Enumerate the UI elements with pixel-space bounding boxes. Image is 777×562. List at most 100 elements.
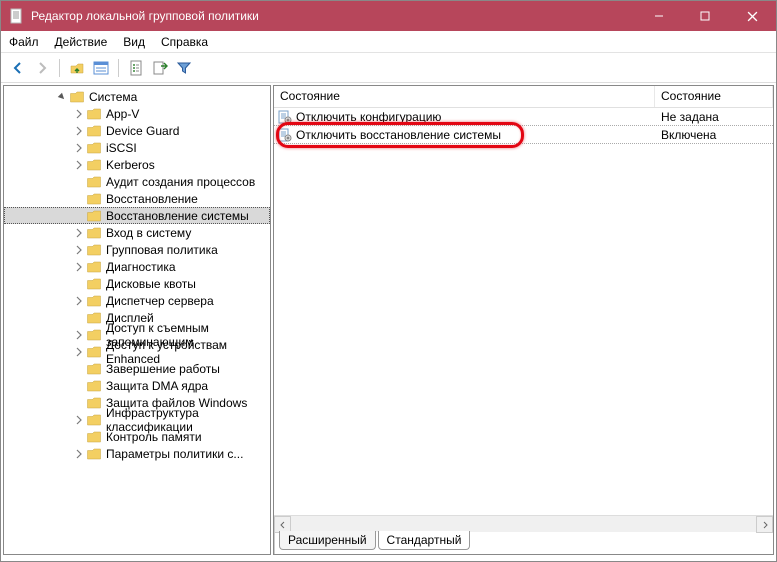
tree-node[interactable]: Дисковые квоты [4,275,270,292]
list-row[interactable]: Отключить конфигурацию Не задана [274,108,773,126]
tree-node[interactable]: Аудит создания процессов [4,173,270,190]
tree-label: App-V [106,107,139,121]
folder-icon [86,395,102,411]
expander-icon[interactable] [72,192,86,206]
folder-icon [86,327,102,343]
menu-view[interactable]: Вид [123,35,145,49]
tree-node-root[interactable]: Система [4,88,270,105]
list-item-state: Не задана [655,110,773,124]
tree-node[interactable]: Вход в систему [4,224,270,241]
expander-icon[interactable] [72,107,86,121]
menu-action[interactable]: Действие [55,35,108,49]
expander-icon[interactable] [72,328,86,342]
expander-icon[interactable] [72,345,86,359]
tree-node[interactable]: Инфраструктура классификации [4,411,270,428]
expander-icon[interactable] [72,175,86,189]
column-header-name[interactable]: Состояние [274,86,655,107]
tab-strip: Расширенный Стандартный [274,532,773,554]
details-button[interactable] [90,57,112,79]
menu-file[interactable]: Файл [9,35,39,49]
expander-icon[interactable] [72,209,86,223]
tree-node[interactable]: Групповая политика [4,241,270,258]
tree-node[interactable]: Диагностика [4,258,270,275]
expander-icon[interactable] [72,243,86,257]
folder-icon [69,89,85,105]
tree[interactable]: Система App-V Device Guard iSCSI Kerberos Ауд… [4,86,270,554]
expander-icon[interactable] [55,90,69,104]
tree-label: Дисковые квоты [106,277,196,291]
tree-label: Диагностика [106,260,176,274]
expander-icon[interactable] [72,379,86,393]
expander-icon[interactable] [72,362,86,376]
list-body: Отключить конфигурациюНе заданаОтключить… [274,108,773,515]
tree-node[interactable]: Восстановление [4,190,270,207]
tree-node[interactable]: Восстановление системы [4,207,270,224]
tree-node[interactable]: Диспетчер сервера [4,292,270,309]
tree-node[interactable]: Параметры политики с... [4,445,270,462]
app-icon [9,8,25,24]
tree-node[interactable]: iSCSI [4,139,270,156]
tree-label: Восстановление системы [106,209,249,223]
tab-extended[interactable]: Расширенный [279,531,376,550]
tree-label: Защита DMA ядра [106,379,208,393]
folder-icon [86,361,102,377]
close-button[interactable] [728,1,776,31]
folder-icon [86,310,102,326]
scroll-right-button[interactable] [756,516,773,533]
tree-node[interactable]: Защита DMA ядра [4,377,270,394]
setting-icon [278,110,292,124]
expander-icon[interactable] [72,430,86,444]
tree-node[interactable]: App-V [4,105,270,122]
folder-icon [86,157,102,173]
tree-node[interactable]: Доступ к устройствам Enhanced [4,343,270,360]
expander-icon[interactable] [72,311,86,325]
tree-label: iSCSI [106,141,137,155]
tree-label: Восстановление [106,192,198,206]
tree-pane: Система App-V Device Guard iSCSI Kerberos Ауд… [3,85,271,555]
tree-label: Аудит создания процессов [106,175,255,189]
expander-icon[interactable] [72,294,86,308]
list-header: Состояние Состояние [274,86,773,108]
list-item-name: Отключить конфигурацию [296,110,441,124]
tree-node[interactable]: Kerberos [4,156,270,173]
toolbar [1,53,776,83]
titlebar: Редактор локальной групповой политики [1,1,776,31]
expander-icon[interactable] [72,158,86,172]
tree-label: Система [89,90,137,104]
tree-label: Диспетчер сервера [106,294,214,308]
tree-label: Kerberos [106,158,155,172]
expander-icon[interactable] [72,260,86,274]
main-area: Система App-V Device Guard iSCSI Kerberos Ауд… [1,83,776,557]
tree-label: Параметры политики с... [106,447,243,461]
list-item-state: Включена [655,128,773,142]
expander-icon[interactable] [72,277,86,291]
maximize-button[interactable] [682,1,728,31]
filter-button[interactable] [173,57,195,79]
back-button[interactable] [7,57,29,79]
up-button[interactable] [66,57,88,79]
expander-icon[interactable] [72,226,86,240]
folder-icon [86,429,102,445]
expander-icon[interactable] [72,124,86,138]
expander-icon[interactable] [72,141,86,155]
list-row[interactable]: Отключить восстановление системыВключена [274,126,773,144]
scroll-track[interactable] [291,516,756,532]
menu-help[interactable]: Справка [161,35,208,49]
expander-icon[interactable] [72,413,86,427]
tree-node[interactable]: Device Guard [4,122,270,139]
tab-standard[interactable]: Стандартный [378,531,471,550]
properties-button[interactable] [125,57,147,79]
horizontal-scrollbar[interactable] [274,515,773,532]
folder-icon [86,106,102,122]
expander-icon[interactable] [72,396,86,410]
column-header-state[interactable]: Состояние [655,86,773,107]
minimize-button[interactable] [636,1,682,31]
expander-icon[interactable] [72,447,86,461]
export-button[interactable] [149,57,171,79]
setting-icon [278,128,292,142]
tree-label: Device Guard [106,124,179,138]
folder-icon [86,123,102,139]
folder-icon [86,276,102,292]
forward-button[interactable] [31,57,53,79]
folder-icon [86,259,102,275]
